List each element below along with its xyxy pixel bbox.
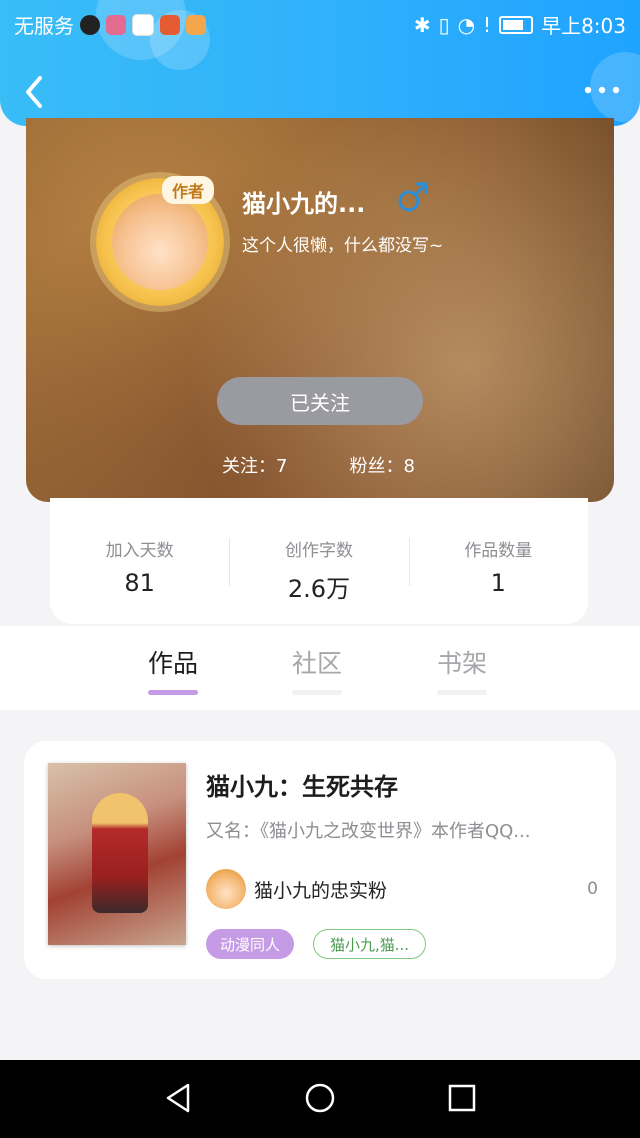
- status-bar: 无服务 ✱ ▯ ◔ ! 早上8:03: [0, 0, 640, 44]
- tab-works[interactable]: 作品: [148, 644, 199, 695]
- book-cover[interactable]: [48, 763, 186, 945]
- alert-icon: !: [483, 12, 492, 37]
- baidu-icon: [132, 13, 154, 36]
- fans-count[interactable]: 粉丝：8: [349, 452, 414, 478]
- clock-text: 早上8:03: [541, 14, 626, 38]
- tab-community[interactable]: 社区: [292, 644, 343, 695]
- cover-illustration: [92, 793, 148, 913]
- tag-category[interactable]: 动漫同人: [206, 929, 295, 959]
- author-avatar: [206, 869, 246, 909]
- stat-work-count: 作品数量 1: [408, 498, 588, 624]
- nav-home-icon[interactable]: [302, 1080, 338, 1116]
- work-card[interactable]: 猫小九：生死共存 又名：《猫小九之改变世界》本作者QQ... 猫小九的忠实粉 0…: [24, 741, 616, 979]
- stat-label: 加入天数: [105, 541, 174, 561]
- tab-bookshelf[interactable]: 书架: [437, 644, 488, 695]
- system-nav-bar: [0, 1060, 640, 1138]
- vibrate-icon: ▯: [438, 12, 450, 37]
- work-title[interactable]: 猫小九：生死共存: [206, 767, 398, 802]
- stat-value: 81: [124, 569, 155, 597]
- work-alias: 又名：《猫小九之改变世界》本作者QQ...: [206, 821, 531, 842]
- tab-underline: [292, 690, 343, 695]
- profile-bio: 这个人很懒，什么都没写~: [242, 236, 444, 256]
- stat-value: 2.6万: [287, 575, 351, 603]
- tag-keywords[interactable]: 猫小九,猫...: [313, 929, 427, 959]
- stat-label: 作品数量: [464, 541, 533, 561]
- following-count[interactable]: 关注：7: [222, 452, 287, 478]
- tab-bar: 作品 社区 书架: [0, 626, 640, 710]
- profile-name: 猫小九的...: [242, 190, 366, 218]
- battery-icon: [499, 15, 534, 34]
- tab-underline: [148, 690, 199, 695]
- stat-word-count: 创作字数 2.6万: [229, 498, 408, 624]
- tab-label: 作品: [148, 649, 199, 678]
- stat-value: 1: [490, 569, 506, 597]
- tab-label: 社区: [292, 649, 343, 678]
- carrier-text: 无服务: [14, 14, 74, 38]
- work-author[interactable]: 猫小九的忠实粉: [206, 869, 387, 909]
- avatar[interactable]: 作者: [96, 176, 224, 306]
- stat-join-days: 加入天数 81: [50, 498, 229, 624]
- more-options-icon[interactable]: [582, 80, 622, 100]
- profile-card: 作者 猫小九的... 这个人很懒，什么都没写~ 已关注 关注：7 粉丝：8: [26, 118, 614, 502]
- tiktok-icon: [80, 14, 100, 35]
- video-icon: [186, 14, 206, 35]
- male-gender-icon: [398, 182, 428, 212]
- work-count: 0: [587, 879, 598, 899]
- wifi-icon: ◔: [457, 12, 476, 37]
- follow-counts: 关注：7 粉丝：8: [222, 452, 415, 478]
- author-name: 猫小九的忠实粉: [254, 879, 388, 902]
- follow-button[interactable]: 已关注: [217, 377, 423, 425]
- bluetooth-icon: ✱: [413, 12, 431, 37]
- stat-label: 创作字数: [284, 541, 353, 561]
- author-badge: 作者: [162, 176, 215, 204]
- tab-underline: [437, 690, 488, 695]
- app-icon: [106, 14, 126, 35]
- game-icon: [160, 14, 180, 35]
- avatar-image: [112, 194, 208, 290]
- tab-label: 书架: [437, 649, 488, 678]
- back-arrow-icon[interactable]: [18, 72, 54, 112]
- nav-back-icon[interactable]: [160, 1080, 196, 1116]
- top-header: 无服务 ✱ ▯ ◔ ! 早上8:03: [0, 0, 640, 126]
- stats-panel: 加入天数 81 创作字数 2.6万 作品数量 1: [50, 498, 588, 624]
- nav-recents-icon[interactable]: [444, 1080, 480, 1116]
